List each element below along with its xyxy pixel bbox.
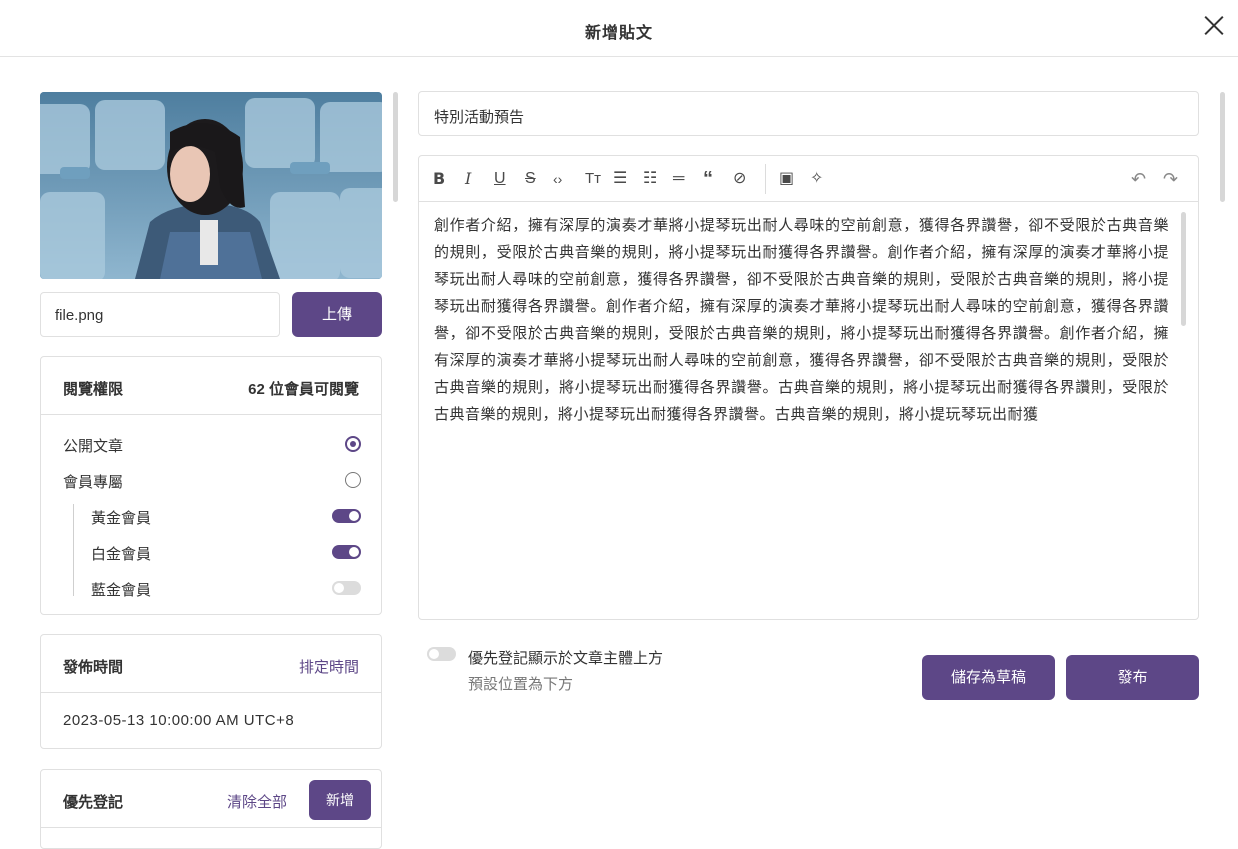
modal-title: 新增貼文 [584, 25, 653, 42]
priority-card: 優先登記 清除全部 新增 [40, 769, 382, 849]
permissions-header: 閱覽權限 62 位會員可閱覽 [41, 357, 381, 415]
close-icon[interactable] [1203, 14, 1225, 36]
left-scrollbar[interactable] [393, 92, 398, 202]
bullet-list-icon[interactable]: ☰ [613, 168, 627, 190]
tier-divider [73, 504, 74, 596]
tier-platinum-toggle[interactable] [332, 545, 361, 559]
subject-input[interactable]: 特別活動預告 [418, 91, 1199, 136]
tier-platinum-label: 白金會員 [91, 546, 152, 563]
option-members-radio[interactable] [345, 472, 361, 488]
priority-position-toggle[interactable] [427, 647, 456, 661]
modal-header: 新增貼文 [0, 0, 1238, 57]
underline-icon[interactable]: U [494, 168, 506, 190]
code-icon[interactable]: ‹› [553, 168, 562, 190]
permissions-title: 閱覽權限 [63, 381, 124, 398]
save-draft-button[interactable]: 儲存為草稿 [922, 655, 1055, 700]
tier-blue-label: 藍金會員 [91, 582, 152, 599]
tier-gold-toggle[interactable] [332, 509, 361, 523]
editor-body-text[interactable]: 創作者介紹，擁有深厚的演奏才華將小提琴玩出耐人尋味的空前創意，獲得各界讚譽，卻不… [434, 212, 1169, 428]
publish-time-value: 2023-05-13 10:00:00 AM UTC+8 [63, 712, 295, 729]
quote-icon[interactable]: “ [703, 168, 713, 190]
option-public-label: 公開文章 [63, 438, 124, 455]
publish-button[interactable]: 發布 [1066, 655, 1199, 700]
bold-icon[interactable]: B [433, 168, 445, 190]
permissions-card: 閱覽權限 62 位會員可閱覽 公開文章 會員專屬 黃金會員 白金會員 藍金會員 [40, 356, 382, 615]
clear-all-link[interactable]: 清除全部 [227, 791, 287, 812]
priority-title: 優先登記 [63, 794, 124, 811]
cover-image [40, 92, 382, 279]
upload-button[interactable]: 上傳 [292, 292, 382, 337]
rich-text-editor[interactable]: B I U S ‹› Tт ☰ ☷ ═ “ ⊘ ▣ ✧ ↶ ↷ 創作者介紹，擁有… [418, 155, 1199, 620]
file-name-field[interactable]: file.png [40, 292, 280, 337]
image-icon[interactable]: ▣ [779, 168, 794, 190]
divider-icon[interactable]: ═ [673, 168, 684, 190]
italic-icon[interactable]: I [465, 168, 471, 190]
permissions-summary: 62 位會員可閱覽 [248, 381, 359, 398]
link-icon[interactable]: ⊘ [733, 168, 746, 190]
numbered-list-icon[interactable]: ☷ [643, 168, 657, 190]
undo-icon[interactable]: ↶ [1131, 168, 1146, 190]
publish-time-card: 發佈時間 排定時間 2023-05-13 10:00:00 AM UTC+8 [40, 634, 382, 749]
option-members-label: 會員專屬 [63, 474, 124, 491]
editor-scrollbar[interactable] [1181, 212, 1186, 326]
text-size-icon[interactable]: Tт [585, 168, 601, 190]
editor-toolbar: B I U S ‹› Tт ☰ ☷ ═ “ ⊘ ▣ ✧ ↶ ↷ [419, 156, 1198, 202]
schedule-time-link[interactable]: 排定時間 [299, 656, 359, 677]
add-priority-button[interactable]: 新增 [309, 780, 371, 820]
redo-icon[interactable]: ↷ [1163, 168, 1178, 190]
publish-time-title: 發佈時間 [63, 659, 124, 676]
tier-blue-toggle[interactable] [332, 581, 361, 595]
option-public-radio[interactable] [345, 436, 361, 452]
tier-gold-label: 黃金會員 [91, 510, 152, 527]
priority-position-label: 優先登記顯示於文章主體上方 [468, 650, 664, 667]
right-scrollbar[interactable] [1220, 92, 1225, 202]
publish-time-header: 發佈時間 排定時間 [41, 635, 381, 693]
priority-position-hint: 預設位置為下方 [468, 676, 574, 693]
strikethrough-icon[interactable]: S [525, 168, 536, 190]
magic-icon[interactable]: ✧ [810, 168, 823, 190]
toolbar-separator [765, 164, 766, 194]
priority-header: 優先登記 清除全部 新增 [41, 770, 381, 828]
